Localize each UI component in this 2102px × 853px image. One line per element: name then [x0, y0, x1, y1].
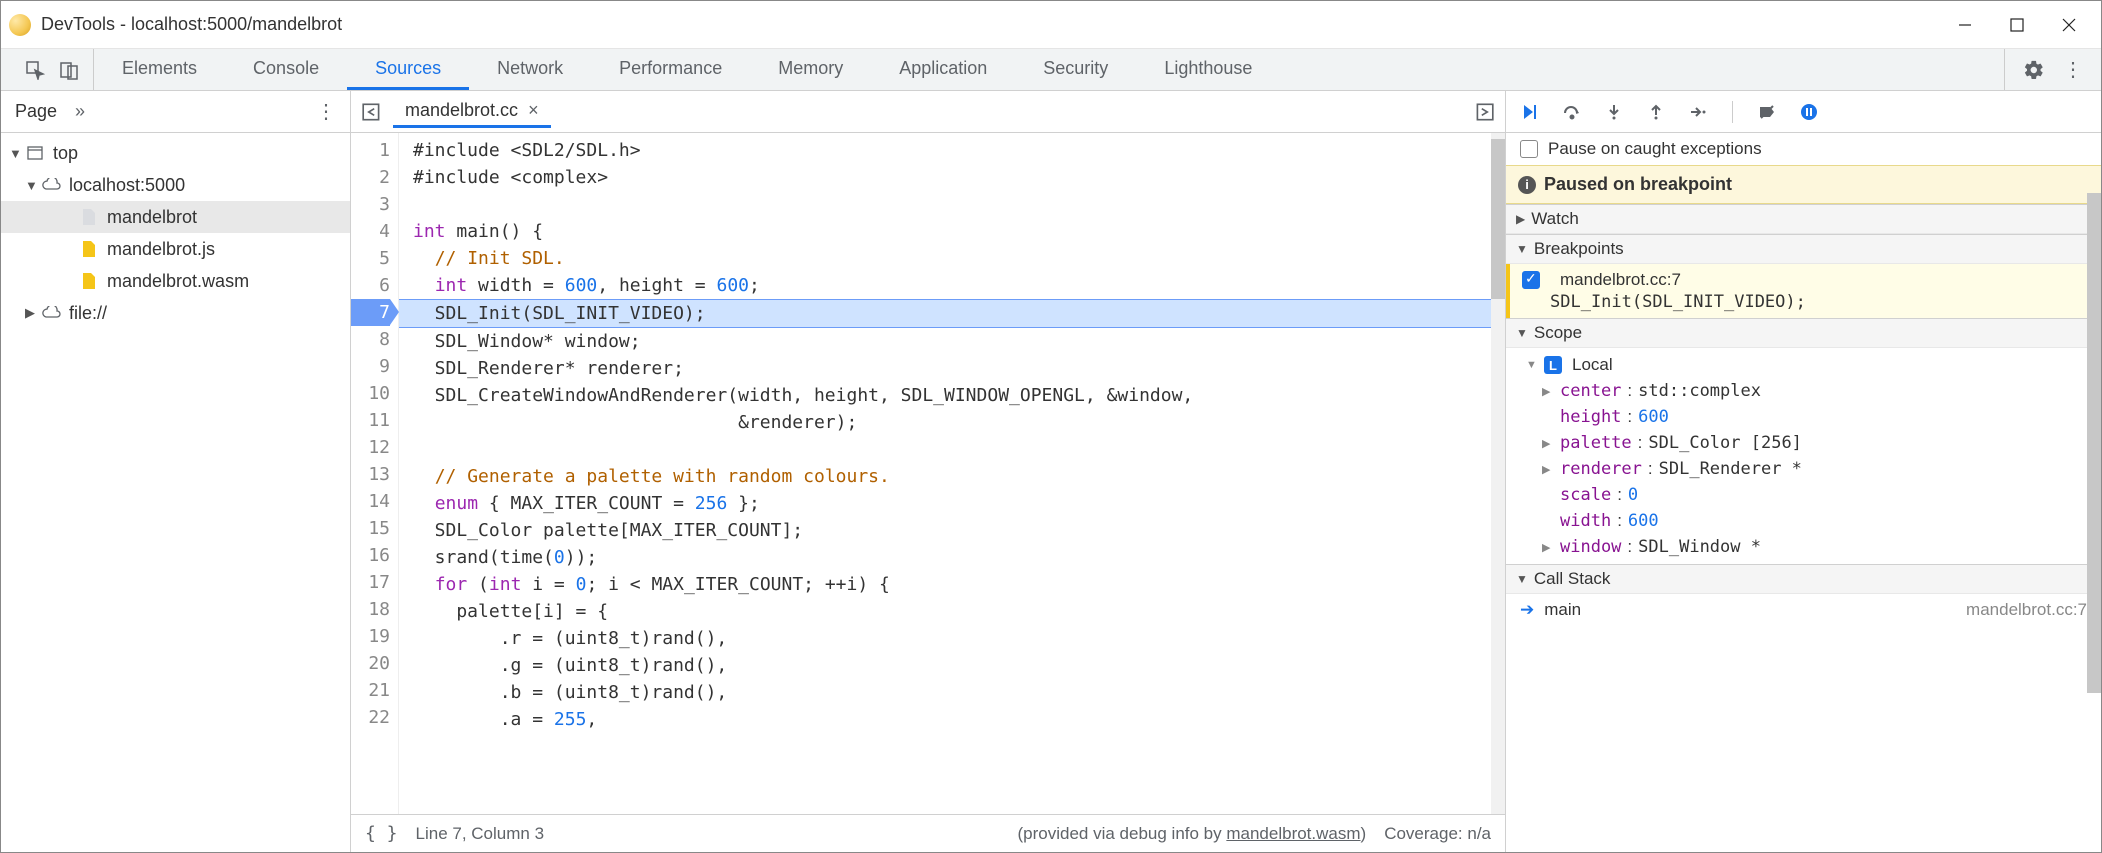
tree-label: file:// — [69, 303, 107, 324]
debugger-pane: Pause on caught exceptions i Paused on b… — [1506, 91, 2101, 852]
callstack-frame-location: mandelbrot.cc:7 — [1966, 600, 2087, 620]
tab-sources[interactable]: Sources — [347, 49, 469, 90]
scope-var-palette[interactable]: ▶palette: SDL_Color [256] — [1520, 430, 2101, 456]
local-badge-icon: L — [1544, 356, 1562, 374]
scope-var-height[interactable]: height: 600 — [1520, 404, 2101, 430]
tab-memory[interactable]: Memory — [750, 49, 871, 90]
tree-label: mandelbrot — [107, 207, 197, 228]
tab-console[interactable]: Console — [225, 49, 347, 90]
tab-performance[interactable]: Performance — [591, 49, 750, 90]
editor-pane: mandelbrot.cc × 123456789101112131415161… — [351, 91, 1506, 852]
scope-var-width[interactable]: width: 600 — [1520, 508, 2101, 534]
tree-label: top — [53, 143, 78, 164]
resume-button[interactable] — [1520, 102, 1540, 122]
editor-history-back-icon[interactable] — [361, 101, 383, 123]
line-number-gutter[interactable]: 12345678910111213141516171819202122 — [351, 133, 399, 814]
coverage-text: Coverage: n/a — [1384, 824, 1491, 844]
window-minimize-button[interactable] — [1953, 13, 1977, 37]
callstack-frame[interactable]: ➔ main mandelbrot.cc:7 — [1506, 594, 2101, 626]
devtools-app-icon — [9, 14, 31, 36]
step-out-button[interactable] — [1646, 102, 1666, 122]
breakpoint-checkbox[interactable] — [1522, 271, 1540, 289]
device-toolbar-icon[interactable] — [59, 60, 79, 80]
tree-node-file-scheme[interactable]: ▶ file:// — [1, 297, 350, 329]
navigator-menu-icon[interactable]: ⋮ — [316, 99, 336, 124]
tree-label: mandelbrot.wasm — [107, 271, 249, 292]
frame-icon — [25, 143, 45, 163]
callstack-section-header[interactable]: ▼Call Stack — [1506, 565, 2101, 594]
scope-var-window[interactable]: ▶window: SDL_Window * — [1520, 534, 2101, 560]
document-icon — [79, 207, 99, 227]
breakpoint-item[interactable]: mandelbrot.cc:7 SDL_Init(SDL_INIT_VIDEO)… — [1506, 264, 2101, 318]
current-frame-icon: ➔ — [1520, 600, 1534, 620]
tab-security[interactable]: Security — [1015, 49, 1136, 90]
scope-var-renderer[interactable]: ▶renderer: SDL_Renderer * — [1520, 456, 2101, 482]
scope-local-header[interactable]: ▼ L Local — [1520, 352, 2101, 378]
debug-info-link[interactable]: mandelbrot.wasm — [1226, 824, 1360, 843]
breakpoint-title: mandelbrot.cc:7 — [1560, 270, 1681, 290]
tab-application[interactable]: Application — [871, 49, 1015, 90]
breakpoints-section-header[interactable]: ▼Breakpoints — [1506, 235, 2101, 264]
window-titlebar: DevTools - localhost:5000/mandelbrot — [1, 1, 2101, 49]
window-close-button[interactable] — [2057, 13, 2081, 37]
tree-label: mandelbrot.js — [107, 239, 215, 260]
paused-banner: i Paused on breakpoint — [1506, 165, 2101, 204]
scope-section-header[interactable]: ▼Scope — [1506, 319, 2101, 348]
editor-file-tab[interactable]: mandelbrot.cc × — [393, 96, 551, 128]
watch-section-header[interactable]: ▶Watch — [1506, 205, 2101, 234]
close-tab-icon[interactable]: × — [528, 100, 539, 121]
editor-status-bar: { } Line 7, Column 3 (provided via debug… — [351, 814, 1505, 852]
editor-scrollbar[interactable] — [1491, 133, 1505, 814]
tree-node-top[interactable]: ▼ top — [1, 137, 350, 169]
pause-on-exceptions-button[interactable] — [1799, 102, 1819, 122]
callstack-frame-name: main — [1544, 600, 1581, 620]
navigator-more-tabs-icon[interactable]: » — [75, 101, 85, 122]
info-icon: i — [1518, 176, 1536, 194]
right-pane-scrollbar[interactable] — [2087, 193, 2101, 693]
breakpoint-code: SDL_Init(SDL_INIT_VIDEO); — [1522, 292, 2091, 312]
window-maximize-button[interactable] — [2005, 13, 2029, 37]
settings-gear-icon[interactable] — [2023, 59, 2045, 81]
tab-lighthouse[interactable]: Lighthouse — [1136, 49, 1280, 90]
tree-file-mandelbrot-wasm[interactable]: mandelbrot.wasm — [1, 265, 350, 297]
tree-file-mandelbrot-js[interactable]: mandelbrot.js — [1, 233, 350, 265]
deactivate-breakpoints-button[interactable] — [1757, 102, 1777, 122]
scope-var-center[interactable]: ▶center: std::complex — [1520, 378, 2101, 404]
tab-elements[interactable]: Elements — [94, 49, 225, 90]
editor-history-fwd-icon[interactable] — [1473, 101, 1495, 123]
step-over-button[interactable] — [1562, 102, 1582, 122]
tab-network[interactable]: Network — [469, 49, 591, 90]
script-icon — [79, 239, 99, 259]
cursor-position: Line 7, Column 3 — [416, 824, 545, 844]
pretty-print-icon[interactable]: { } — [365, 823, 398, 844]
tree-node-host[interactable]: ▼ localhost:5000 — [1, 169, 350, 201]
debug-info-text: (provided via debug info by mandelbrot.w… — [1018, 824, 1367, 844]
pause-caught-checkbox[interactable] — [1520, 140, 1538, 158]
debugger-toolbar — [1506, 91, 2101, 133]
tree-file-mandelbrot[interactable]: mandelbrot — [1, 201, 350, 233]
pause-caught-label: Pause on caught exceptions — [1548, 139, 1762, 159]
code-editor[interactable]: #include <SDL2/SDL.h>#include <complex> … — [399, 133, 1491, 814]
editor-file-tab-label: mandelbrot.cc — [405, 100, 518, 121]
window-title: DevTools - localhost:5000/mandelbrot — [41, 14, 342, 35]
tree-label: localhost:5000 — [69, 175, 185, 196]
more-menu-icon[interactable]: ⋮ — [2063, 57, 2083, 82]
navigator-pane: Page » ⋮ ▼ top ▼ localhost:5000 mandelbr… — [1, 91, 351, 852]
navigator-tab-page[interactable]: Page — [15, 101, 57, 122]
cloud-icon — [41, 303, 61, 323]
inspect-element-icon[interactable] — [25, 60, 45, 80]
cloud-icon — [41, 175, 61, 195]
script-icon — [79, 271, 99, 291]
devtools-tab-strip: ElementsConsoleSourcesNetworkPerformance… — [1, 49, 2101, 91]
scope-var-scale[interactable]: scale: 0 — [1520, 482, 2101, 508]
step-into-button[interactable] — [1604, 102, 1624, 122]
step-button[interactable] — [1688, 102, 1708, 122]
